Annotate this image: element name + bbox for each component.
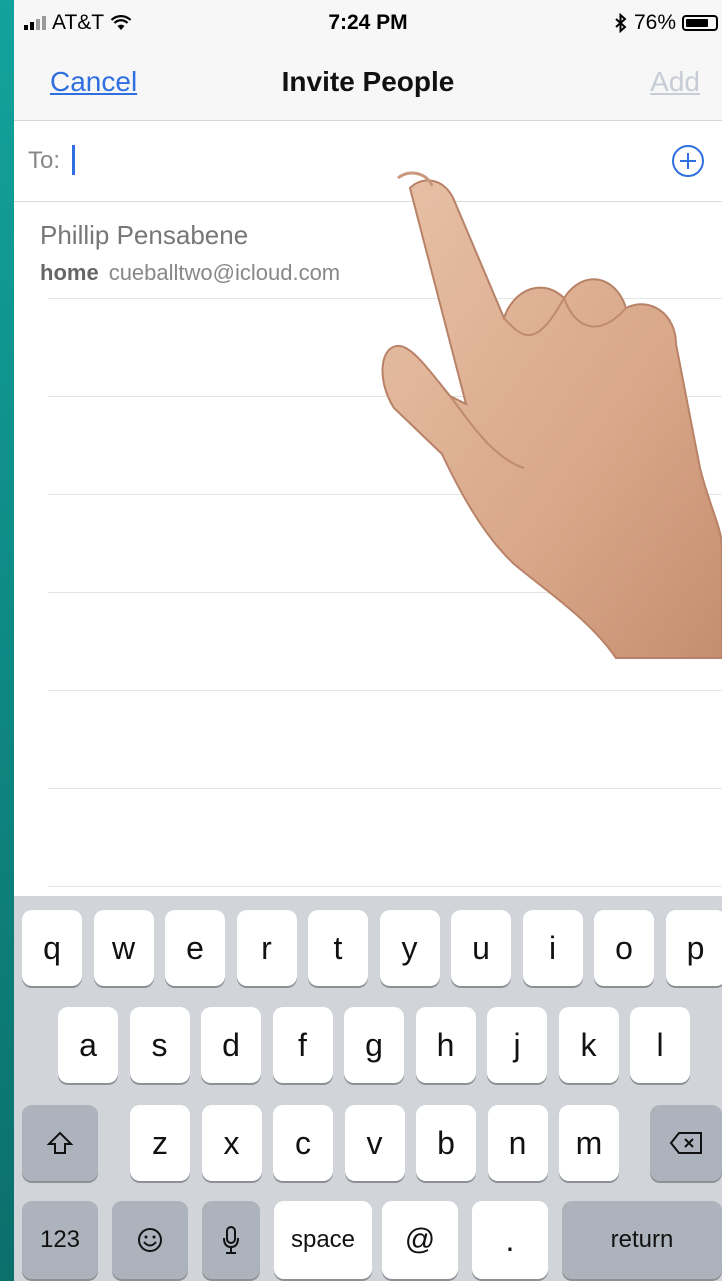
pointing-hand-illustration — [381, 171, 722, 659]
text-cursor — [72, 145, 75, 175]
space-key[interactable]: space — [274, 1201, 372, 1279]
key-n[interactable]: n — [487, 1105, 548, 1181]
key-l[interactable]: l — [630, 1007, 690, 1083]
list-divider — [48, 690, 722, 691]
key-q[interactable]: q — [22, 910, 82, 986]
return-key[interactable]: return — [562, 1201, 722, 1279]
key-y[interactable]: y — [379, 910, 440, 986]
contact-email-type: home — [40, 260, 99, 285]
key-t[interactable]: t — [308, 910, 368, 986]
emoji-key[interactable] — [112, 1201, 188, 1279]
key-b[interactable]: b — [416, 1105, 476, 1181]
battery-icon — [682, 15, 718, 31]
key-i[interactable]: i — [522, 910, 583, 986]
key-f[interactable]: f — [272, 1007, 333, 1083]
emoji-icon — [138, 1228, 162, 1252]
phone-screen: AT&T 7:24 PM 76% Cancel Invite People Ad… — [14, 0, 722, 1281]
shift-key[interactable] — [22, 1105, 98, 1181]
numbers-key[interactable]: 123 — [22, 1201, 98, 1279]
dictation-key[interactable] — [202, 1201, 260, 1279]
key-w[interactable]: w — [93, 910, 154, 986]
key-u[interactable]: u — [451, 910, 511, 986]
bluetooth-icon — [615, 13, 627, 33]
add-button[interactable]: Add — [650, 66, 700, 98]
page-title: Invite People — [281, 66, 455, 97]
keyboard: 123 space @ . return qwertyuiop asdfghjkl… — [14, 896, 722, 1281]
key-a[interactable]: a — [58, 1007, 118, 1083]
navigation-bar: Cancel Invite People Add — [14, 46, 722, 121]
key-g[interactable]: g — [344, 1007, 404, 1083]
list-divider — [48, 886, 722, 887]
key-r[interactable]: r — [236, 910, 297, 986]
key-h[interactable]: h — [415, 1007, 476, 1083]
period-key[interactable]: . — [472, 1201, 548, 1279]
list-divider — [48, 788, 722, 789]
microphone-icon — [223, 1226, 239, 1254]
backspace-icon — [669, 1132, 702, 1154]
battery-percent: 76% — [633, 11, 676, 34]
key-x[interactable]: x — [201, 1105, 262, 1181]
contact-detail: home cueballtwo@icloud.com — [40, 260, 340, 286]
contact-email: cueballtwo@icloud.com — [108, 260, 341, 285]
shift-icon — [46, 1131, 74, 1154]
status-bar: AT&T 7:24 PM 76% — [14, 0, 722, 46]
key-v[interactable]: v — [344, 1105, 405, 1181]
key-e[interactable]: e — [165, 910, 225, 986]
background-border — [0, 0, 14, 1281]
at-key[interactable]: @ — [382, 1201, 458, 1279]
key-m[interactable]: m — [559, 1105, 619, 1181]
key-c[interactable]: c — [273, 1105, 333, 1181]
key-s[interactable]: s — [129, 1007, 190, 1083]
key-z[interactable]: z — [130, 1105, 190, 1181]
key-p[interactable]: p — [665, 910, 722, 986]
to-label: To: — [28, 147, 61, 174]
key-d[interactable]: d — [201, 1007, 261, 1083]
key-o[interactable]: o — [594, 910, 654, 986]
key-j[interactable]: j — [487, 1007, 547, 1083]
contact-name: Phillip Pensabene — [40, 220, 249, 250]
key-k[interactable]: k — [558, 1007, 619, 1083]
delete-key[interactable] — [650, 1105, 722, 1181]
status-right: 76% — [614, 11, 718, 35]
